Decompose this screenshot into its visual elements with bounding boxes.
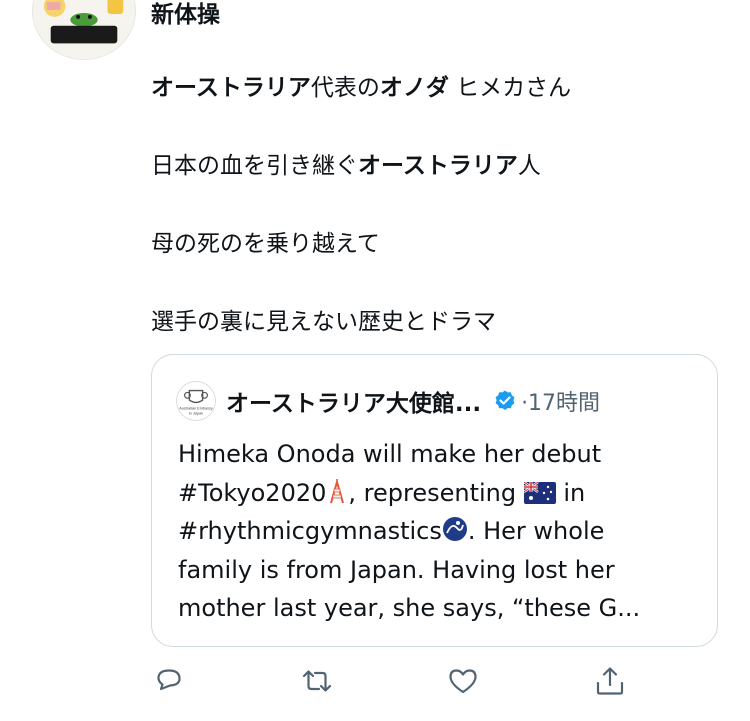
quoted-tweet-time[interactable]: ·17時間 <box>521 385 600 417</box>
avatar[interactable] <box>32 0 136 60</box>
quoted-author-name[interactable]: オーストラリア大使館... <box>226 384 481 418</box>
body-line-1: オーストラリア代表のオノダ ヒメカさん <box>151 70 711 106</box>
quote-line-1: Himeka Onoda will make her debut <box>178 440 602 468</box>
text: 代表の <box>310 75 380 101</box>
text: , representing <box>348 478 517 507</box>
text: ヒメカさん <box>448 75 572 101</box>
avatar-caption-line-1: Australian Embassy <box>179 407 213 411</box>
coat-of-arms-icon: Australian Embassy in Japan <box>177 382 215 420</box>
text: 日本の血を引き継ぐ <box>151 153 358 179</box>
quote-line-5: mother last year, she says, “these G... <box>178 594 641 622</box>
text: 人 <box>517 153 541 179</box>
gymnastics-ribbon-icon <box>442 517 467 541</box>
like-icon <box>449 669 477 694</box>
body-line-4: 選手の裏に見えない歴史とドラマ <box>151 309 496 335</box>
body-line-2: 日本の血を引き継ぐオーストラリア人 <box>151 148 711 184</box>
like-button[interactable] <box>446 664 480 698</box>
bold-text: オノダ <box>379 75 449 101</box>
hashtag[interactable]: #Tokyo2020 <box>178 479 326 507</box>
tweet-body: オーストラリア代表のオノダ ヒメカさん 日本の血を引き継ぐオーストラリア人 母の… <box>151 70 711 382</box>
text: . Her whole <box>467 517 605 545</box>
retweet-icon <box>302 670 332 692</box>
quoted-tweet-text: Himeka Onoda will make her debut #Tokyo2… <box>178 435 698 628</box>
body-line-3: 母の死のを乗り越えて <box>151 231 380 257</box>
bold-text: オーストラリア <box>358 153 518 179</box>
reply-icon <box>157 669 181 691</box>
quoted-tweet-header: Australian Embassy in Japan オーストラリア大使館..… <box>176 381 600 421</box>
quote-line-4: family is from Japan. Having lost her <box>178 555 615 584</box>
quote-line-2: #Tokyo2020 , representing in <box>178 474 698 513</box>
display-name[interactable]: 新体操 <box>151 2 220 28</box>
reply-button[interactable] <box>152 664 186 698</box>
australia-flag-icon <box>523 481 556 504</box>
quote-line-3: #rhythmicgymnastics . Her whole <box>178 512 698 551</box>
quoted-author-avatar[interactable]: Australian Embassy in Japan <box>176 381 216 421</box>
tokyo-tower-icon <box>330 478 345 503</box>
text: in <box>555 478 586 507</box>
retweet-button[interactable] <box>300 664 334 698</box>
hashtag[interactable]: #rhythmicgymnastics <box>178 517 442 545</box>
tweet: 新体操 オーストラリア代表のオノダ ヒメカさん 日本の血を引き継ぐオーストラリア… <box>0 0 750 721</box>
avatar-image <box>33 0 135 59</box>
verified-badge-icon <box>495 390 515 410</box>
quoted-tweet-card[interactable]: Australian Embassy in Japan オーストラリア大使館..… <box>151 354 718 647</box>
bold-text: オーストラリア <box>151 75 311 101</box>
share-icon <box>596 667 624 695</box>
share-button[interactable] <box>593 664 627 698</box>
avatar-caption-line-2: in Japan <box>189 411 203 415</box>
